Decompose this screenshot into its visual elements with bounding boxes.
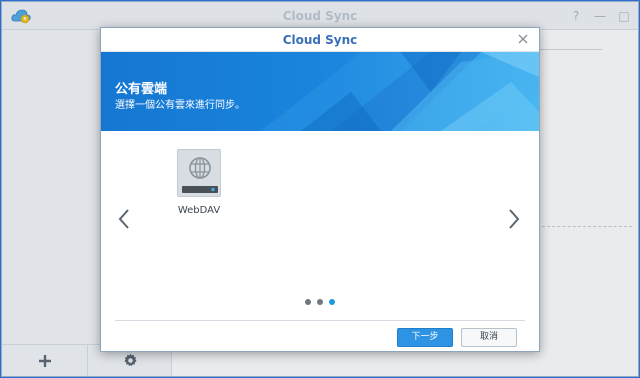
globe-server-icon [177,149,221,197]
provider-label: WebDAV [177,205,221,216]
close-icon[interactable] [515,31,531,47]
dialog-title: Cloud Sync [282,33,358,47]
carousel-pager [305,299,335,305]
pager-dot-active[interactable] [329,299,335,305]
banner-subtitle: 選擇一個公有雲來進行同步。 [115,100,245,111]
provider-webdav[interactable]: WebDAV [171,149,227,216]
next-button[interactable]: 下一步 [397,328,453,347]
pager-dot[interactable] [305,299,311,305]
footer-divider [115,320,525,321]
cancel-button[interactable]: 取消 [461,328,517,347]
pager-dot[interactable] [317,299,323,305]
dialog-banner: 公有雲端 選擇一個公有雲來進行同步。 [101,52,539,131]
chevron-right-icon[interactable] [506,207,522,231]
chevron-left-icon[interactable] [116,207,132,231]
banner-title: 公有雲端 [115,82,168,97]
provider-carousel: WebDAV [101,131,539,321]
dialog-titlebar: Cloud Sync [101,28,539,52]
public-cloud-dialog: Cloud Sync 公有雲端 選擇一個公有雲來進行同步。 WebDAV 下一步… [100,27,540,352]
